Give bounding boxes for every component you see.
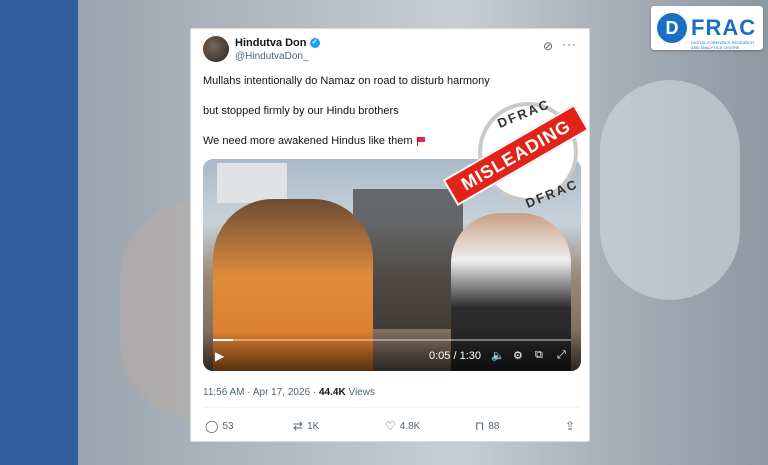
grok-icon[interactable]: ⊘ [543, 39, 553, 53]
divider [203, 407, 579, 408]
misleading-stamp: DFRAC DFRAC MISLEADING [438, 96, 590, 222]
tweet-text-line-3: We need more awakened Hindus like them [203, 135, 426, 147]
like-button[interactable]: ♡ 4.8K [385, 419, 420, 433]
bookmark-count: 88 [488, 420, 500, 432]
fullscreen-icon[interactable]: ⤢ [557, 349, 566, 362]
settings-icon[interactable]: ⚙ [513, 349, 523, 362]
bookmark-icon: ⊓ [475, 419, 485, 433]
background-left-strip [0, 0, 78, 465]
repost-count: 1K [307, 420, 320, 432]
tweet-actions: ◯ 53 ⇄ 1K ♡ 4.8K ⊓ 88 ⇪ [203, 419, 579, 435]
dfrac-logo: D FRAC DIGITAL FORENSICS RESEARCH AND AN… [651, 6, 763, 50]
share-icon: ⇪ [565, 419, 576, 433]
reply-icon: ◯ [205, 419, 219, 433]
tweet-meta: 11:56 AM · Apr 17, 2026 · 44.4K Views [203, 387, 375, 398]
bookmark-button[interactable]: ⊓ 88 [475, 419, 500, 433]
reply-count: 53 [222, 420, 234, 432]
author-handle[interactable]: @HindutvaDon_ [235, 51, 309, 62]
verified-badge-icon: ✓ [309, 38, 320, 49]
views-label: Views [345, 387, 375, 398]
background-figure-right [600, 80, 740, 300]
flag-icon [416, 136, 426, 146]
dfrac-logo-tagline: DIGITAL FORENSICS RESEARCH AND ANALYTICS… [691, 40, 754, 50]
pip-icon[interactable]: ⧉ [535, 349, 543, 362]
author-name-text: Hindutva Don [235, 37, 307, 49]
video-progress-bar[interactable] [213, 339, 571, 341]
dfrac-logo-mark: D [657, 13, 687, 43]
volume-icon[interactable]: 🔈 [491, 349, 505, 362]
repost-button[interactable]: ⇄ 1K [293, 419, 319, 433]
share-button[interactable]: ⇪ [565, 419, 579, 433]
author-name[interactable]: Hindutva Don ✓ [235, 37, 320, 49]
video-controls-overlay [203, 331, 581, 371]
tweet-header: Hindutva Don ✓ @HindutvaDon_ ⊘ ··· [203, 35, 579, 65]
repost-icon: ⇄ [293, 419, 304, 433]
play-icon[interactable]: ▶ [215, 349, 224, 363]
dfrac-logo-text: FRAC [691, 15, 757, 40]
avatar[interactable] [203, 36, 229, 62]
video-scene-building [217, 163, 287, 203]
more-options-icon[interactable]: ··· [562, 37, 577, 51]
views-count: 44.4K [319, 387, 346, 398]
tweet-timestamp[interactable]: 11:56 AM · Apr 17, 2026 · [203, 387, 319, 398]
tweet-text-line-2: but stopped firmly by our Hindu brothers [203, 105, 399, 117]
tweet-card: Hindutva Don ✓ @HindutvaDon_ ⊘ ··· Mullah… [190, 28, 590, 442]
heart-icon: ♡ [385, 419, 396, 433]
like-count: 4.8K [399, 420, 421, 432]
video-progress-fill [213, 339, 233, 341]
tweet-text-line-3-text: We need more awakened Hindus like them [203, 135, 413, 147]
video-time: 0:05 / 1:30 [429, 350, 481, 362]
reply-button[interactable]: ◯ 53 [205, 419, 234, 433]
tweet-text-line-1: Mullahs intentionally do Namaz on road t… [203, 75, 490, 87]
